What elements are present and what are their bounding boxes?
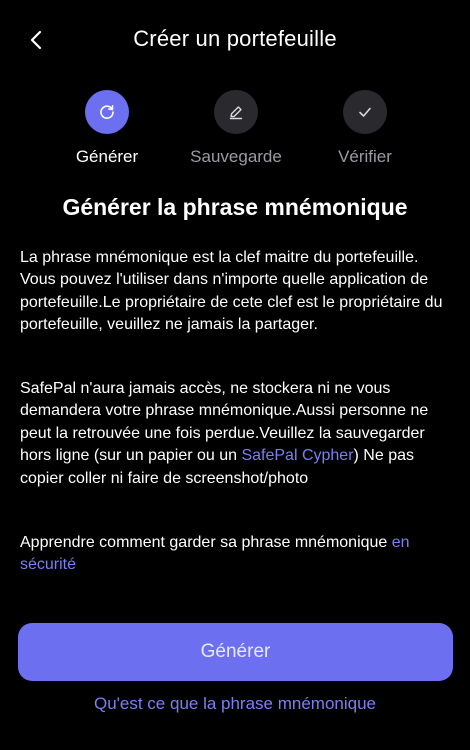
paragraph-intro: La phrase mnémonique est la clef maitre … [20,249,443,334]
step-verify-label: Vérifier [338,147,392,166]
step-verify-circle [343,90,387,134]
stepper: Générer Sauvegarde Vérifier [0,90,470,170]
step-backup-circle [214,90,258,134]
create-wallet-screen: Créer un portefeuille Générer Sauvegarde [0,0,470,750]
step-backup-label: Sauvegarde [190,147,282,166]
what-is-mnemonic-link[interactable]: Qu'est ce que la phrase mnémonique [0,694,470,714]
step-backup: Sauvegarde [171,90,301,167]
paragraph-learn: Apprendre comment garder sa phrase mnémo… [20,532,452,577]
header: Créer un portefeuille [0,18,470,62]
pencil-icon [229,106,243,120]
safepal-cypher-link[interactable]: SafePal Cypher [241,447,353,464]
paragraph-learn-text: Apprendre comment garder sa phrase mnémo… [20,534,392,551]
check-icon [359,107,371,117]
paragraph-warning: SafePal n'aura jamais accès, ne stockera… [20,378,452,490]
step-generate-circle [85,90,129,134]
section-title: Générer la phrase mnémonique [62,194,408,220]
step-verify: Vérifier [300,90,430,167]
generate-button[interactable]: Générer [18,623,453,681]
step-generate-label: Générer [75,147,139,166]
page-title: Créer un portefeuille [133,26,337,51]
step-generate: Générer [42,90,172,167]
refresh-icon [100,105,114,119]
